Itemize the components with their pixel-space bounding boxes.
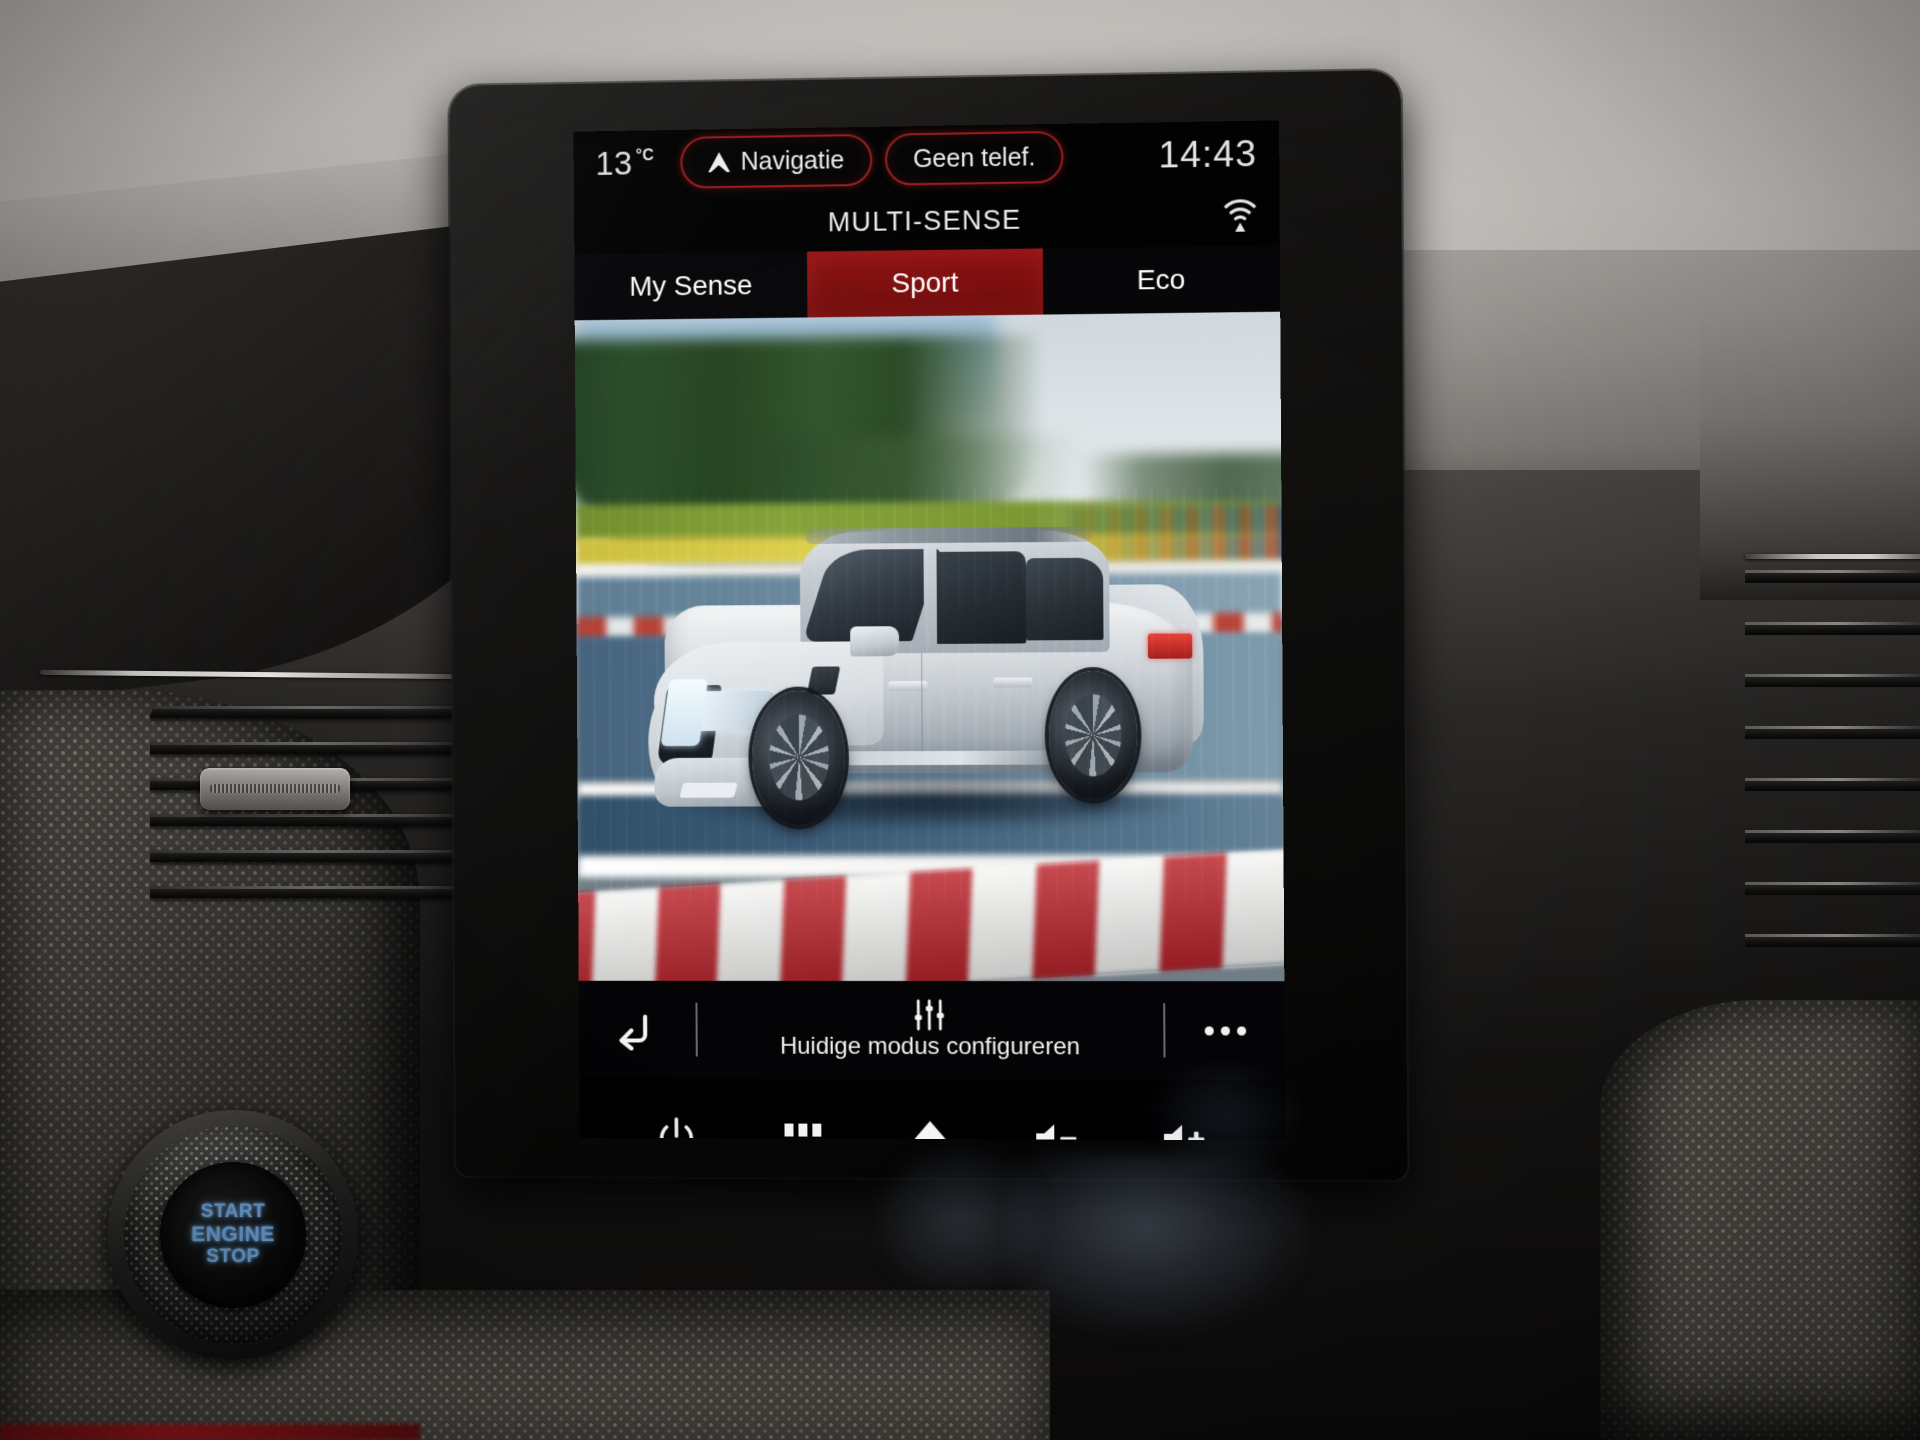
tab-eco[interactable]: Eco: [1042, 245, 1281, 315]
configure-current-mode-button[interactable]: Huidige modus configureren: [697, 999, 1163, 1062]
air-vent-right[interactable]: [1745, 560, 1920, 1020]
temperature-unit: °C: [635, 147, 655, 165]
air-vent-left[interactable]: [150, 700, 480, 930]
phone-status-pill[interactable]: Geen telef.: [884, 130, 1064, 186]
outside-temperature: 13 °C: [595, 144, 654, 183]
car-rear-door-window: [1025, 557, 1104, 641]
more-options-icon: [1204, 1025, 1246, 1036]
home-button[interactable]: [893, 1102, 967, 1141]
car-roof-rail: [805, 526, 1093, 545]
car-interior-scene: START ENGINE STOP 13 °C Navigatie Geen t…: [0, 0, 1920, 1440]
tab-my-sense[interactable]: My Sense: [574, 251, 808, 321]
back-button[interactable]: [579, 1009, 696, 1051]
center-console-texture-right: [1600, 1000, 1920, 1440]
configure-label: Huidige modus configureren: [779, 1032, 1081, 1061]
tab-sport[interactable]: Sport: [807, 248, 1043, 318]
mode-tabs: My Sense Sport Eco: [574, 245, 1281, 321]
infotainment-screen[interactable]: 13 °C Navigatie Geen telef. 14:43 MULTI-…: [573, 120, 1286, 1141]
navigation-pill-label: Navigatie: [740, 145, 845, 176]
car-front-wheel: [751, 690, 846, 826]
car-rear-door-handle: [993, 677, 1033, 688]
red-accent-stripe: [0, 1424, 420, 1440]
car-fender-vent: [806, 666, 840, 694]
volume-up-button[interactable]: [1149, 1103, 1224, 1141]
engine-label-start: START: [200, 1201, 266, 1223]
temperature-value: 13: [595, 144, 633, 182]
car-rear-wheel: [1048, 670, 1138, 800]
start-engine-stop-button[interactable]: START ENGINE STOP: [108, 1110, 358, 1360]
wireless-signal-icon: [1223, 193, 1258, 232]
car-front-door-window: [926, 551, 1027, 645]
chrome-trim-right: [1745, 554, 1920, 559]
power-icon: [655, 1116, 697, 1140]
navigation-status-pill[interactable]: Navigatie: [679, 133, 873, 189]
tab-eco-label: Eco: [1136, 263, 1186, 296]
air-vent-knob-left[interactable]: [200, 768, 350, 810]
status-bar: 13 °C Navigatie Geen telef. 14:43: [573, 120, 1280, 198]
hardware-nav-bar: [579, 1078, 1286, 1141]
hero-car-renault-arkana: [648, 517, 1205, 829]
tab-sport-label: Sport: [891, 266, 959, 299]
screen-title-bar: MULTI-SENSE: [573, 186, 1280, 255]
page-title: MULTI-SENSE: [827, 204, 1022, 237]
sliders-icon: [915, 999, 944, 1031]
engine-label-stop: STOP: [206, 1246, 260, 1268]
volume-up-icon: [1164, 1124, 1205, 1141]
apps-button[interactable]: [766, 1102, 840, 1141]
navigation-arrow-icon: [707, 152, 730, 173]
car-fog-light: [679, 782, 738, 798]
volume-down-icon: [1035, 1124, 1077, 1141]
apps-grid-icon: [784, 1123, 822, 1140]
car-b-pillar: [923, 549, 937, 645]
tab-my-sense-label: My Sense: [629, 269, 753, 302]
phone-pill-label: Geen telef.: [912, 142, 1036, 173]
back-arrow-icon: [614, 1009, 660, 1051]
action-bar: Huidige modus configureren: [578, 980, 1285, 1080]
engine-button-face[interactable]: START ENGINE STOP: [160, 1162, 306, 1308]
more-options-button[interactable]: [1165, 1025, 1284, 1036]
engine-label-engine: ENGINE: [191, 1222, 275, 1246]
power-button[interactable]: [639, 1101, 713, 1140]
home-icon: [911, 1120, 949, 1141]
volume-down-button[interactable]: [1021, 1102, 1096, 1141]
mode-hero-image: [574, 311, 1285, 982]
car-side-mirror: [850, 626, 900, 657]
clock: 14:43: [1158, 132, 1258, 176]
car-taillight: [1148, 633, 1193, 659]
